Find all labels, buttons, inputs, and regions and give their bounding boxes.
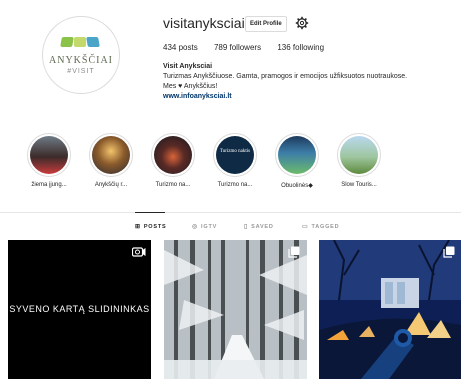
followers-link[interactable]: 789 followers	[214, 43, 261, 52]
post-image-snowy-forest	[164, 240, 307, 379]
highlight-label: Obuolinės◆	[281, 183, 313, 189]
logo-name: ANYKŠČIAI	[49, 55, 113, 66]
logo-tag: #VISIT	[67, 68, 95, 75]
profile-username: visitanyksciai	[163, 15, 245, 31]
settings-gear-icon[interactable]	[295, 16, 309, 30]
highlight-cover: Turizmo naktis	[216, 136, 254, 174]
highlight-cover	[278, 136, 316, 174]
highlight-item[interactable]: Turizmo naktis Turizmo na...	[212, 133, 258, 188]
tab-saved[interactable]: ▯ SAVED	[244, 223, 274, 230]
edit-profile-button[interactable]: Edit Profile	[245, 16, 287, 32]
profile-bio: Visit Anyksciai Turizmas Anykščiuose. Ga…	[163, 62, 453, 102]
highlight-item[interactable]: Obuolinės◆	[274, 133, 320, 189]
highlight-label: Anykščių r...	[94, 182, 128, 188]
following-link[interactable]: 136 following	[277, 43, 324, 52]
bio-website-link[interactable]: www.infoanyksciai.lt	[163, 92, 453, 102]
bio-name: Visit Anyksciai	[163, 63, 213, 70]
multi-photo-icon	[443, 246, 455, 258]
multi-photo-icon	[288, 246, 300, 258]
igtv-icon: ◎	[192, 224, 199, 230]
tab-igtv[interactable]: ◎ IGTV	[192, 223, 217, 230]
highlight-item[interactable]: Anykščių r...	[88, 133, 134, 188]
posts-count: 434 posts	[163, 43, 198, 52]
highlight-label: Slow Touris...	[341, 182, 377, 188]
bookmark-icon: ▯	[244, 224, 249, 230]
highlight-label: Turizmo na...	[155, 182, 191, 188]
highlight-item[interactable]: žiema įjung...	[26, 133, 72, 188]
post-thumbnail[interactable]	[319, 240, 461, 379]
tabs-divider	[0, 212, 461, 213]
highlight-item[interactable]: Turizmo na...	[150, 133, 196, 188]
bio-line-2: Mes ♥ Anykščius!	[163, 83, 218, 90]
highlight-item[interactable]: Slow Touris...	[336, 133, 382, 188]
profile-avatar[interactable]: ANYKŠČIAI #VISIT	[42, 16, 120, 94]
tab-tagged[interactable]: ▭ TAGGED	[302, 223, 339, 230]
highlight-cover	[154, 136, 192, 174]
profile-stats: 434 posts 789 followers 136 following	[163, 43, 338, 52]
post-thumbnail[interactable]	[164, 240, 307, 379]
post-overlay-text: SYVENO KARTĄ SLIDININKAS	[9, 304, 150, 314]
tab-posts[interactable]: ⊞ POSTS	[135, 223, 166, 230]
video-icon	[132, 247, 146, 257]
active-tab-indicator	[135, 212, 165, 213]
highlight-label: žiema įjung...	[31, 182, 67, 188]
bio-line-1: Turizmas Anykščiuose. Gamta, pramogos ir…	[163, 73, 408, 80]
logo-leaf-lime-icon	[74, 37, 86, 47]
tag-icon: ▭	[302, 224, 309, 230]
highlight-cover-text: Turizmo naktis	[219, 149, 251, 154]
highlight-cover	[92, 136, 130, 174]
logo-leaf-green-icon	[60, 37, 74, 47]
logo-leaf-blue-icon	[86, 37, 100, 47]
highlight-cover	[340, 136, 378, 174]
highlight-cover	[30, 136, 68, 174]
grid-icon: ⊞	[135, 224, 141, 230]
post-image-night-park	[319, 240, 461, 379]
highlight-label: Turizmo na...	[217, 182, 253, 188]
post-thumbnail[interactable]: SYVENO KARTĄ SLIDININKAS	[8, 240, 151, 379]
